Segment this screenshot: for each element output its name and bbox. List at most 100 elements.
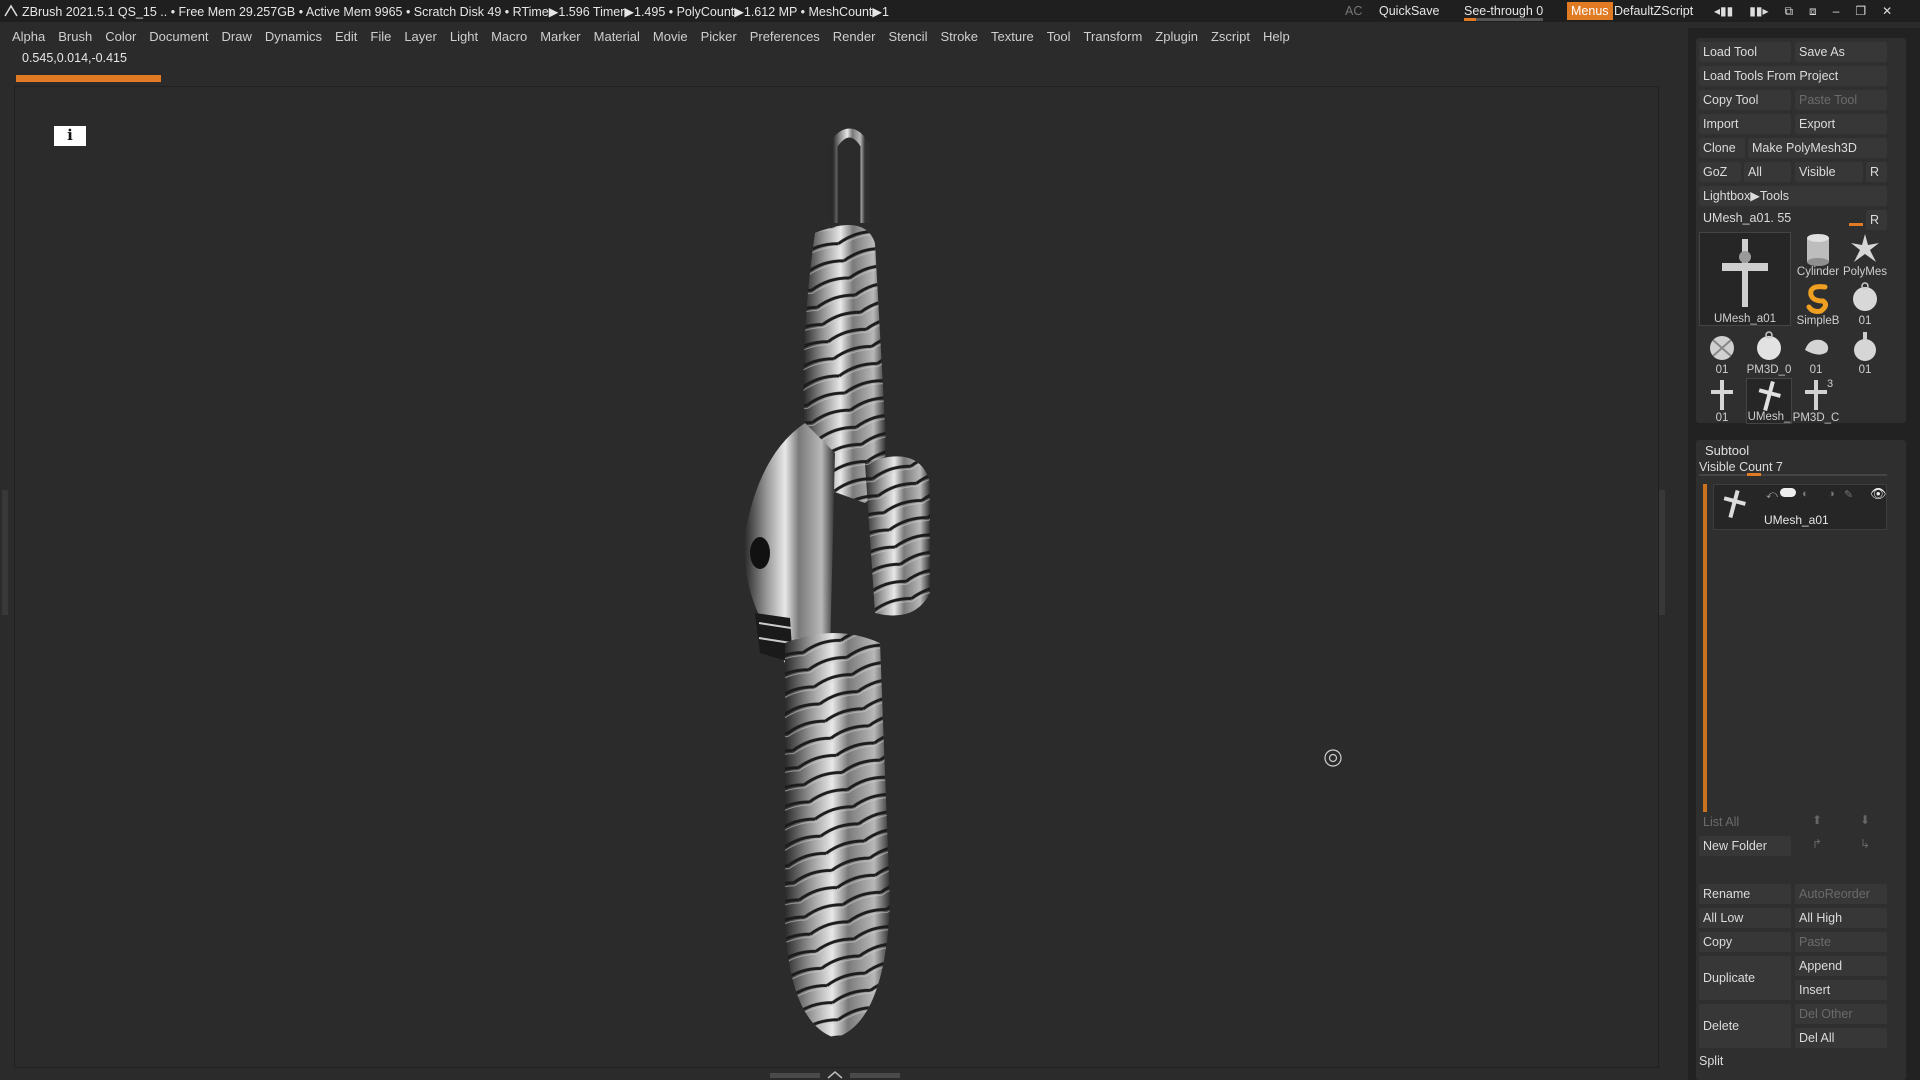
tool-thumb-01-b[interactable]: 01 (1699, 330, 1745, 376)
default-zscript-button[interactable]: DefaultZScript (1614, 4, 1693, 18)
menu-texture[interactable]: Texture (991, 29, 1034, 44)
split-submenu[interactable]: Split (1699, 1054, 1723, 1068)
tool-thumb-polymesh[interactable]: PolyMes (1842, 232, 1888, 278)
menu-zscript[interactable]: Zscript (1211, 29, 1250, 44)
eye-visibility-icon[interactable]: 👁 (1870, 486, 1887, 502)
menu-picker[interactable]: Picker (701, 29, 737, 44)
menu-tool[interactable]: Tool (1047, 29, 1071, 44)
paste-button[interactable]: Paste (1795, 932, 1887, 952)
subtool-title[interactable]: Subtool (1705, 443, 1749, 458)
goz-button[interactable]: GoZ (1699, 162, 1741, 182)
subtool-item-umesh-a01[interactable]: ⤺ ◐ ◑ ✎ 👁 UMesh_a01 (1713, 484, 1887, 530)
info-icon[interactable]: ℹ (54, 126, 86, 146)
save-as-button[interactable]: Save As (1795, 42, 1887, 62)
new-folder-button[interactable]: New Folder (1699, 836, 1791, 856)
tool-thumb-01-d[interactable]: 01 (1842, 330, 1888, 376)
move-up-icon[interactable]: ⬆ (1812, 813, 1822, 827)
minimize-icon[interactable]: – (1833, 4, 1840, 18)
move-down-icon[interactable]: ⬇ (1860, 813, 1870, 827)
menu-document[interactable]: Document (149, 29, 208, 44)
rename-button[interactable]: Rename (1699, 884, 1791, 904)
tool-thumb-cylinder[interactable]: Cylinder (1795, 232, 1841, 278)
close-icon[interactable]: ✕ (1882, 4, 1892, 18)
clone-button[interactable]: Clone (1699, 138, 1745, 158)
menu-edit[interactable]: Edit (335, 29, 357, 44)
folder-down-icon[interactable]: ↳ (1860, 837, 1870, 851)
visible-count-slider[interactable]: Visible Count 7 (1699, 460, 1887, 476)
menu-help[interactable]: Help (1263, 29, 1290, 44)
tool-thumb-01-e[interactable]: 01 (1699, 378, 1745, 424)
all-high-button[interactable]: All High (1795, 908, 1887, 928)
menu-marker[interactable]: Marker (540, 29, 580, 44)
menu-file[interactable]: File (370, 29, 391, 44)
menu-movie[interactable]: Movie (653, 29, 688, 44)
current-tool-slider[interactable]: UMesh_a01. 55 (1699, 208, 1864, 228)
menu-stroke[interactable]: Stroke (940, 29, 978, 44)
delete-button[interactable]: Delete (1699, 1004, 1791, 1048)
half-circle-toggle-icon[interactable]: ◑ (1828, 488, 1835, 500)
see-through-slider[interactable]: See-through 0 (1460, 4, 1547, 21)
list-all-button[interactable]: List All (1699, 812, 1791, 832)
maximize-icon[interactable]: ❐ (1855, 4, 1866, 18)
left-tray-handle[interactable] (2, 490, 8, 615)
import-button[interactable]: Import (1699, 114, 1791, 134)
subtool-scrollbar[interactable] (1703, 484, 1707, 814)
menu-layer[interactable]: Layer (404, 29, 437, 44)
export-button[interactable]: Export (1795, 114, 1887, 134)
menu-render[interactable]: Render (833, 29, 876, 44)
menu-brush[interactable]: Brush (58, 29, 92, 44)
goz-all-button[interactable]: All (1744, 162, 1791, 182)
tool-thumb-simplebrush[interactable]: SimpleB (1795, 281, 1841, 327)
quicksave-button[interactable]: QuickSave (1379, 4, 1439, 18)
del-all-button[interactable]: Del All (1795, 1028, 1887, 1048)
load-tools-from-project-button[interactable]: Load Tools From Project (1699, 66, 1887, 86)
pen-toggle-icon[interactable]: ✎ (1844, 488, 1853, 501)
bottom-tray-handle[interactable] (770, 1070, 900, 1080)
tool-thumb-umesh-a01[interactable]: UMesh_a01 (1699, 232, 1791, 326)
menu-material[interactable]: Material (594, 29, 640, 44)
copy-button[interactable]: Copy (1699, 932, 1791, 952)
brush-toggle-icon[interactable]: ⤺ (1766, 489, 1778, 502)
pivot-target-icon[interactable] (1323, 748, 1343, 768)
copy-tool-button[interactable]: Copy Tool (1699, 90, 1791, 110)
tool-r-button[interactable]: R (1866, 210, 1887, 230)
tool-thumb-umesh[interactable]: UMesh_ (1746, 378, 1792, 424)
window-layout2-icon[interactable]: ⧈ (1809, 4, 1817, 19)
append-button[interactable]: Append (1795, 956, 1887, 976)
document-canvas[interactable]: ℹ (14, 86, 1659, 1068)
autoreorder-button[interactable]: AutoReorder (1795, 884, 1887, 904)
goz-r-button[interactable]: R (1866, 162, 1887, 182)
see-through-bar[interactable] (1464, 18, 1544, 21)
menu-preferences[interactable]: Preferences (750, 29, 820, 44)
tool-thumb-01-a[interactable]: 01 (1842, 281, 1888, 327)
moon-toggle-icon[interactable]: ◐ (1802, 488, 1809, 500)
polypaint-toggle-icon[interactable] (1780, 488, 1796, 497)
menus-toggle-button[interactable]: Menus (1567, 2, 1613, 20)
menu-alpha[interactable]: Alpha (12, 29, 45, 44)
menu-dynamics[interactable]: Dynamics (265, 29, 322, 44)
folder-up-icon[interactable]: ↱ (1812, 837, 1822, 851)
tool-thumb-pm3d-c[interactable]: 3 PM3D_C (1793, 378, 1840, 424)
menu-macro[interactable]: Macro (491, 29, 527, 44)
window-layout-icon[interactable]: ⧉ (1784, 4, 1793, 19)
del-other-button[interactable]: Del Other (1795, 1004, 1887, 1024)
goz-visible-button[interactable]: Visible (1795, 162, 1863, 182)
menu-draw[interactable]: Draw (222, 29, 252, 44)
load-tool-button[interactable]: Load Tool (1699, 42, 1791, 62)
layout-left-icon[interactable]: ◂▮▮ (1714, 4, 1733, 18)
tool-thumb-01-c[interactable]: 01 (1793, 330, 1839, 376)
make-polymesh3d-button[interactable]: Make PolyMesh3D (1748, 138, 1887, 158)
lightbox-tools-button[interactable]: Lightbox▶Tools (1699, 186, 1887, 206)
menu-stencil[interactable]: Stencil (888, 29, 927, 44)
insert-button[interactable]: Insert (1795, 980, 1887, 1000)
all-low-button[interactable]: All Low (1699, 908, 1791, 928)
menu-color[interactable]: Color (105, 29, 136, 44)
menu-zplugin[interactable]: Zplugin (1155, 29, 1198, 44)
layout-right-icon[interactable]: ▮▮▸ (1749, 4, 1768, 18)
right-tray-handle[interactable] (1659, 490, 1665, 615)
paste-tool-button[interactable]: Paste Tool (1795, 90, 1887, 110)
skull-pendant-model[interactable] (715, 123, 935, 1043)
menu-transform[interactable]: Transform (1084, 29, 1143, 44)
tool-thumb-pm3d-0[interactable]: PM3D_0 (1746, 330, 1792, 376)
menu-light[interactable]: Light (450, 29, 478, 44)
